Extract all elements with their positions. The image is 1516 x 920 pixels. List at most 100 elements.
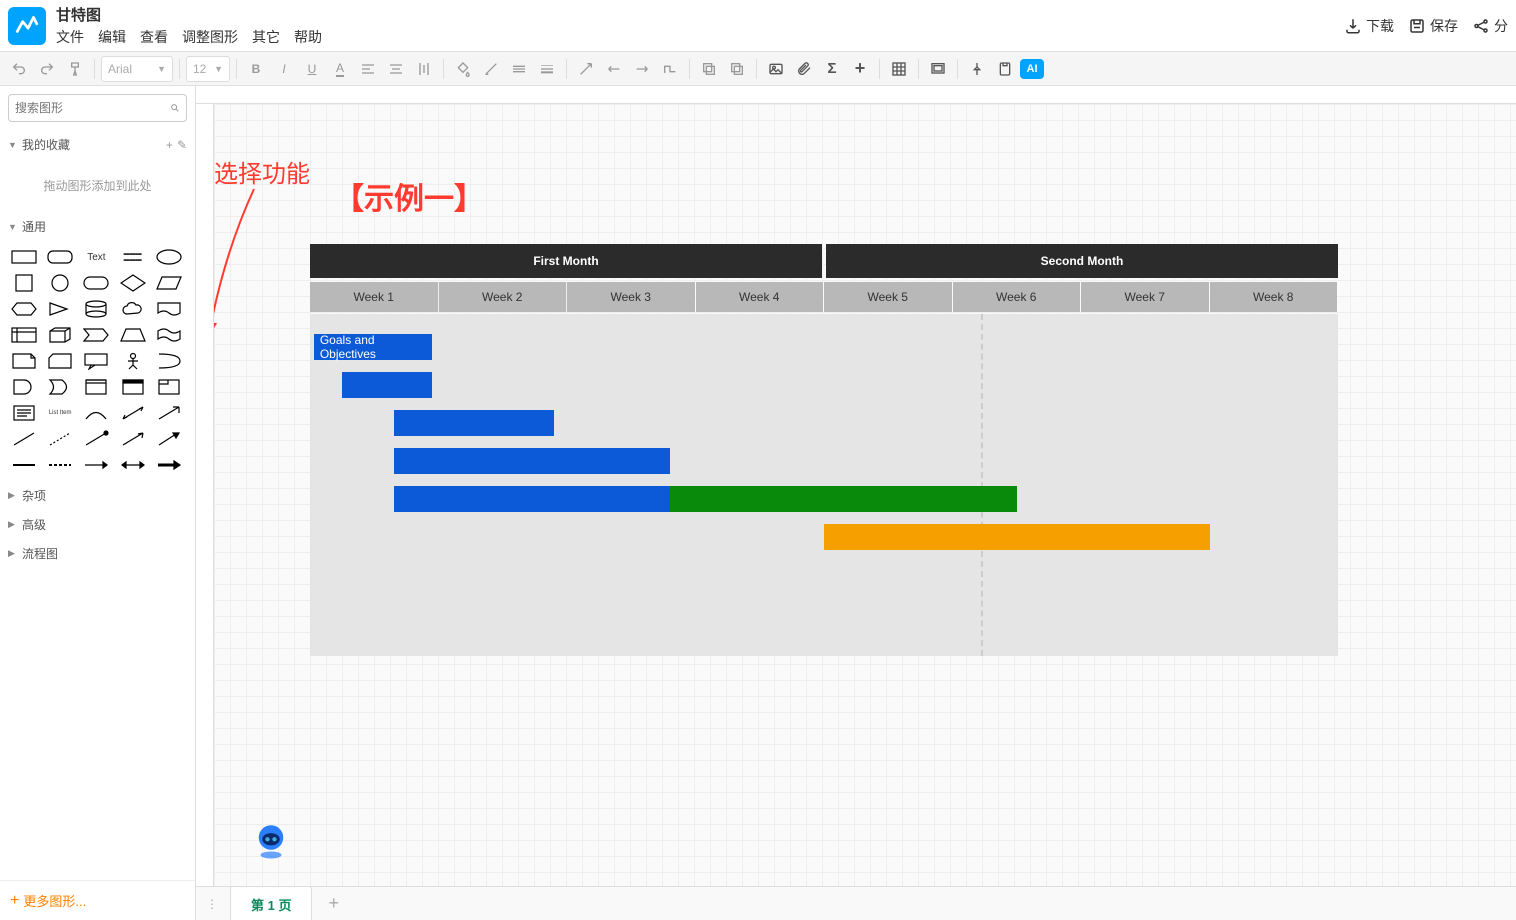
arrow-start-button[interactable] (601, 56, 627, 82)
general-section[interactable]: ▼通用 (0, 212, 195, 241)
shape-ellipse[interactable] (155, 247, 183, 267)
tab-menu-icon[interactable]: ⋮ (202, 897, 222, 911)
menu-view[interactable]: 查看 (140, 27, 168, 47)
gantt-bar-6[interactable] (824, 524, 1210, 550)
gantt-month-1[interactable]: First Month (310, 244, 822, 278)
gantt-bar-3[interactable] (394, 448, 670, 474)
add-page-button[interactable]: + (320, 893, 347, 914)
shape-document[interactable] (155, 299, 183, 319)
gantt-bar-0[interactable]: Goals and Objectives (314, 334, 432, 360)
shape-curve-right[interactable] (155, 351, 183, 371)
favorites-section[interactable]: ▼我的收藏 + ✎ (0, 130, 195, 159)
edit-favorite-icon[interactable]: ✎ (177, 138, 187, 152)
line-color-button[interactable] (478, 56, 504, 82)
shape-container[interactable] (119, 377, 147, 397)
download-button[interactable]: 下载 (1344, 16, 1394, 36)
shape-step[interactable] (82, 325, 110, 345)
gantt-bar-2[interactable] (394, 410, 555, 436)
flowchart-section[interactable]: ▶流程图 (0, 539, 195, 568)
shape-connector1[interactable] (10, 455, 38, 475)
font-family-select[interactable]: Arial▼ (101, 56, 173, 82)
font-color-button[interactable]: A (327, 56, 353, 82)
misc-section[interactable]: ▶杂项 (0, 481, 195, 510)
share-button[interactable]: 分 (1472, 16, 1508, 36)
shape-and[interactable] (10, 377, 38, 397)
gantt-week-6[interactable]: Week 6 (953, 282, 1081, 312)
shape-card[interactable] (46, 351, 74, 371)
shape-process[interactable] (82, 273, 110, 293)
advanced-section[interactable]: ▶高级 (0, 510, 195, 539)
shape-frame[interactable] (155, 377, 183, 397)
shape-cylinder[interactable] (82, 299, 110, 319)
shape-list[interactable] (10, 403, 38, 423)
fill-color-button[interactable] (450, 56, 476, 82)
shape-bidir-arrow[interactable] (119, 403, 147, 423)
shape-arrow-solid[interactable] (155, 429, 183, 449)
line-style-button[interactable] (506, 56, 532, 82)
menu-adjust[interactable]: 调整图形 (182, 27, 238, 47)
shape-diamond[interactable] (119, 273, 147, 293)
menu-other[interactable]: 其它 (252, 27, 280, 47)
pin-button[interactable] (964, 56, 990, 82)
tab-page-1[interactable]: 第 1 页 (230, 886, 312, 920)
gantt-week-1[interactable]: Week 1 (310, 282, 438, 312)
add-favorite-icon[interactable]: + (166, 138, 173, 152)
redo-button[interactable] (34, 56, 60, 82)
align-left-button[interactable] (355, 56, 381, 82)
more-shapes-button[interactable]: +更多图形... (0, 880, 195, 920)
gantt-week-4[interactable]: Week 4 (696, 282, 824, 312)
gantt-bar-5[interactable] (670, 486, 1017, 512)
gantt-bar-1[interactable] (342, 372, 432, 398)
format-painter-button[interactable] (62, 56, 88, 82)
shape-connector5[interactable] (155, 455, 183, 475)
assistant-bot-icon[interactable] (250, 820, 292, 862)
shape-cloud[interactable] (119, 299, 147, 319)
connector-button[interactable] (573, 56, 599, 82)
shape-text[interactable]: Text (82, 247, 110, 267)
table-button[interactable] (886, 56, 912, 82)
note-button[interactable] (992, 56, 1018, 82)
shape-line-dot[interactable] (82, 429, 110, 449)
image-button[interactable] (763, 56, 789, 82)
shape-actor[interactable] (119, 351, 147, 371)
attachment-button[interactable] (791, 56, 817, 82)
shape-dashline[interactable] (46, 429, 74, 449)
to-front-button[interactable] (696, 56, 722, 82)
line-width-button[interactable] (534, 56, 560, 82)
shape-connector4[interactable] (119, 455, 147, 475)
shape-rect[interactable] (10, 247, 38, 267)
shape-line[interactable] (10, 429, 38, 449)
shape-hexagon[interactable] (10, 299, 38, 319)
insert-button[interactable]: + (847, 56, 873, 82)
waypoints-button[interactable] (657, 56, 683, 82)
undo-button[interactable] (6, 56, 32, 82)
gantt-week-2[interactable]: Week 2 (439, 282, 567, 312)
underline-button[interactable]: U (299, 56, 325, 82)
to-back-button[interactable] (724, 56, 750, 82)
shape-arrow-open[interactable] (155, 403, 183, 423)
shape-roundrect[interactable] (46, 247, 74, 267)
menu-file[interactable]: 文件 (56, 27, 84, 47)
gantt-week-3[interactable]: Week 3 (567, 282, 695, 312)
document-title[interactable]: 甘特图 (56, 4, 1344, 25)
bold-button[interactable]: B (243, 56, 269, 82)
gantt-month-2[interactable]: Second Month (826, 244, 1338, 278)
shape-listitem[interactable]: List Item (46, 403, 74, 423)
valign-button[interactable] (411, 56, 437, 82)
menu-edit[interactable]: 编辑 (98, 27, 126, 47)
canvas[interactable]: 选择功能 【示例一】 First Month Second Month Week… (214, 104, 1516, 886)
shape-textbox[interactable]: ▬▬▬▬▬▬ (119, 247, 147, 267)
gantt-chart[interactable]: First Month Second Month Week 1Week 2Wee… (310, 244, 1338, 656)
shape-trapezoid[interactable] (119, 325, 147, 345)
gantt-week-8[interactable]: Week 8 (1210, 282, 1338, 312)
font-size-select[interactable]: 12▼ (186, 56, 230, 82)
shape-square[interactable] (10, 273, 38, 293)
align-center-button[interactable] (383, 56, 409, 82)
gantt-week-5[interactable]: Week 5 (824, 282, 952, 312)
menu-help[interactable]: 帮助 (294, 27, 322, 47)
shape-datastore[interactable] (82, 377, 110, 397)
formula-button[interactable]: Σ (819, 56, 845, 82)
ai-button[interactable]: AI (1020, 59, 1044, 79)
shape-curve1[interactable] (82, 403, 110, 423)
shape-arrow-thin[interactable] (119, 429, 147, 449)
